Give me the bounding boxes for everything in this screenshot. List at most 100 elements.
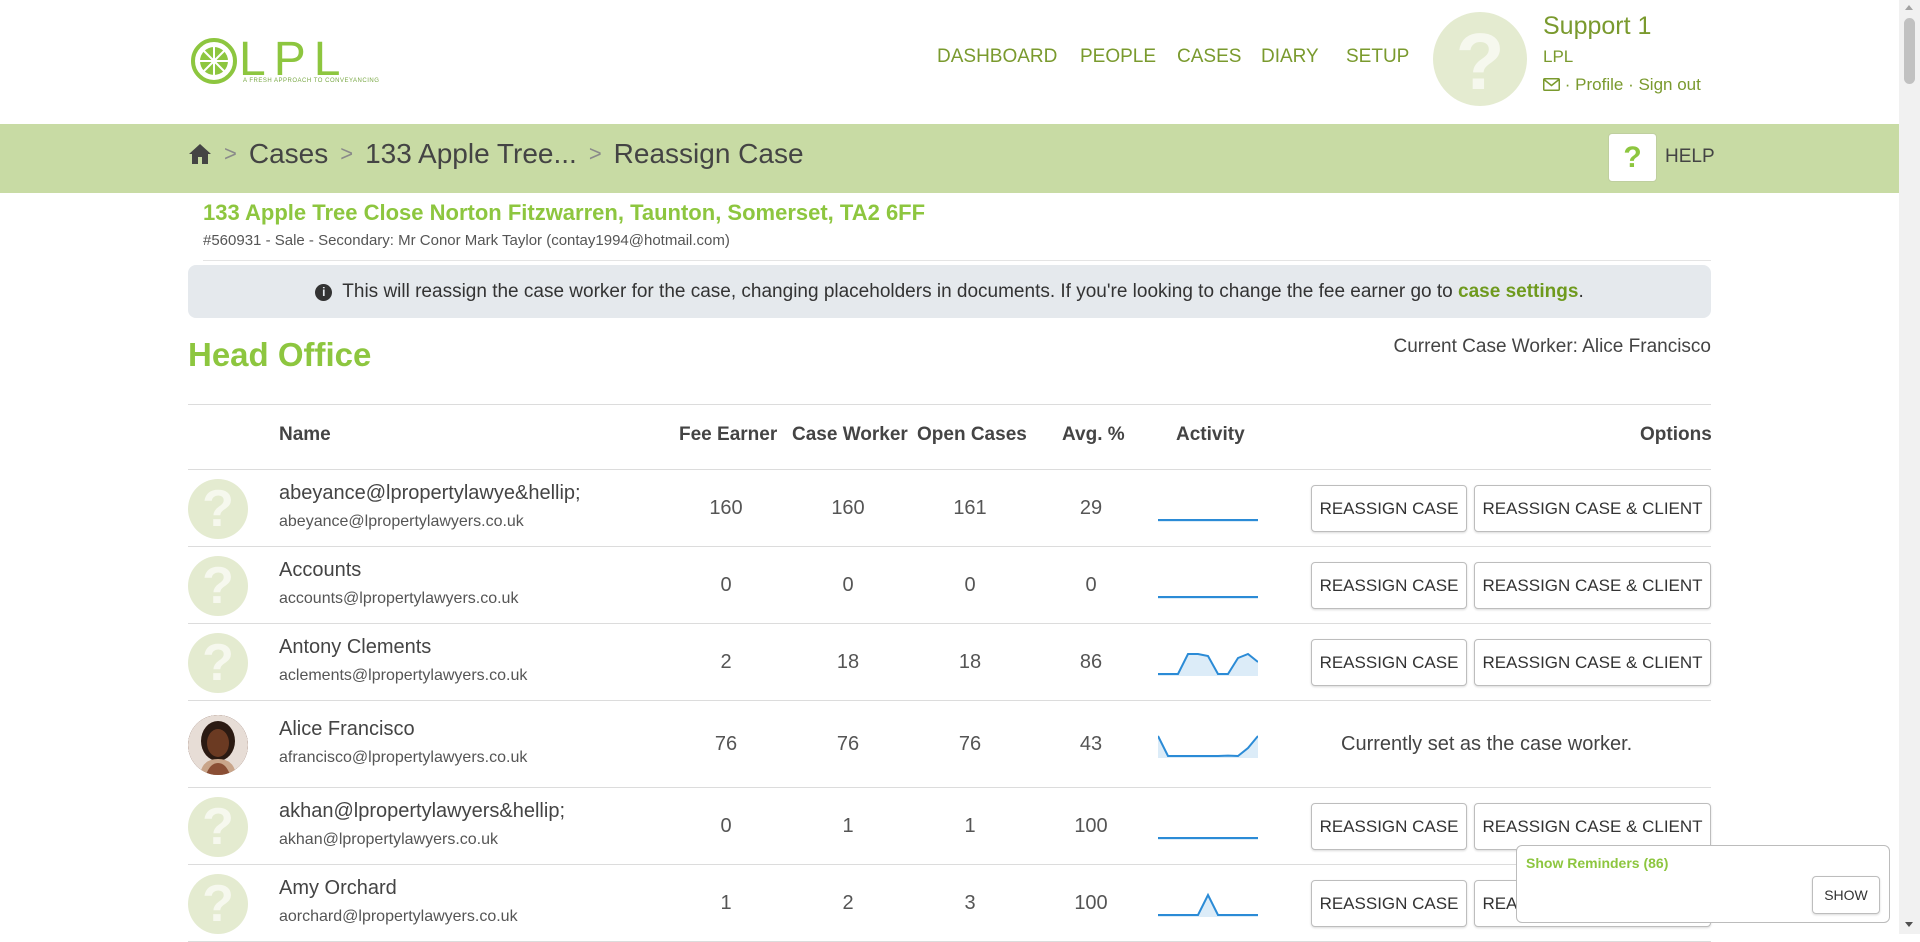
reassign-case-button[interactable]: REASSIGN CASE (1311, 561, 1467, 609)
activity-line (1158, 734, 1258, 757)
user-email: abeyance@lpropertylawyers.co.uk (279, 512, 524, 530)
avatar-placeholder-glyph: ? (202, 556, 234, 615)
table-row: Alice Francisco afrancisco@lpropertylawye… (188, 701, 1711, 788)
avg-percent: 86 (1079, 650, 1103, 673)
avg-percent: 100 (1074, 814, 1108, 837)
avg-percent: 43 (1079, 732, 1103, 755)
avatar: ? (188, 555, 248, 616)
fee-earner-count: 76 (714, 732, 738, 755)
show-reminders-button[interactable]: SHOW (1812, 876, 1880, 914)
user-name: Accounts (279, 558, 362, 581)
help-button[interactable]: ? (1608, 133, 1657, 182)
activity-area (1158, 894, 1258, 917)
avg-percent: 29 (1079, 496, 1103, 519)
reminders-title[interactable]: Show Reminders (86) (1526, 855, 1668, 871)
table-row: ? Antony Clements aclements@lpropertylawye… (188, 624, 1711, 701)
open-cases-count: 1 (964, 814, 976, 837)
fee-earner-count: 0 (720, 814, 732, 837)
user-email: afrancisco@lpropertylawyers.co.uk (279, 748, 528, 766)
user-links: · Profile · Sign out (1543, 75, 1701, 95)
reassign-case-button[interactable]: REASSIGN CASE (1311, 802, 1467, 850)
signout-link[interactable]: Sign out (1638, 75, 1700, 94)
reassign-case-and-client-button[interactable]: REASSIGN CASE & CLIENT (1474, 638, 1711, 686)
nav-dashboard[interactable]: DASHBOARD (937, 46, 1057, 68)
lime-slice-icon (191, 38, 237, 84)
reassign-case-and-client-button[interactable]: REASSIGN CASE & CLIENT (1474, 561, 1711, 609)
user-email: akhan@lpropertylawyers.co.uk (279, 830, 499, 848)
table-row: ? abeyance@lpropertylawye&hellip; abeyance… (188, 470, 1711, 547)
breadcrumb-separator: > (340, 141, 354, 166)
reassign-case-button[interactable]: REASSIGN CASE (1311, 638, 1467, 686)
nav-setup[interactable]: SETUP (1346, 46, 1409, 68)
case-settings-link[interactable]: case settings (1458, 281, 1578, 302)
table-row: ? Amy Orchard aorchard@lpropertylawyers.co… (188, 865, 1711, 942)
col-open-cases[interactable]: Open Cases (917, 424, 1027, 446)
nav-cases[interactable]: CASES (1177, 46, 1241, 68)
case-worker-count: 2 (842, 891, 854, 914)
avatar-placeholder-glyph: ? (202, 797, 234, 856)
case-worker-count: 0 (842, 573, 854, 596)
col-case-worker[interactable]: Case Worker (792, 424, 908, 446)
user-avatar[interactable]: ? (1433, 12, 1527, 106)
col-avg[interactable]: Avg. % (1062, 424, 1125, 446)
activity-sparkline (1158, 652, 1258, 676)
profile-link[interactable]: Profile (1575, 75, 1623, 94)
open-cases-count: 0 (964, 573, 976, 596)
avatar: ? (188, 796, 248, 857)
scroll-down-arrow-icon[interactable] (1905, 922, 1913, 927)
info-text: This will reassign the case worker for t… (342, 281, 1459, 302)
reassign-case-button[interactable]: REASSIGN CASE (1311, 484, 1467, 532)
breadcrumb-case[interactable]: 133 Apple Tree... (365, 138, 577, 170)
open-cases-count: 76 (958, 732, 982, 755)
reassign-case-and-client-button[interactable]: REASSIGN CASE & CLIENT (1474, 802, 1711, 850)
case-address[interactable]: 133 Apple Tree Close Norton Fitzwarren, … (203, 200, 925, 226)
avg-percent: 100 (1074, 891, 1108, 914)
avatar-placeholder-glyph: ? (202, 479, 234, 538)
breadcrumb: > Cases > 133 Apple Tree... > Reassign C… (188, 138, 804, 170)
info-end: . (1578, 281, 1584, 302)
info-icon: i (315, 284, 333, 301)
breadcrumb-separator: > (224, 141, 237, 166)
table-row: ? akhan@lpropertylawyers&hellip; akhan@lpr… (188, 788, 1711, 865)
breadcrumb-cases[interactable]: Cases (249, 138, 328, 170)
reassign-case-button[interactable]: REASSIGN CASE (1311, 879, 1467, 927)
divider (203, 260, 1711, 261)
activity-sparkline (1158, 595, 1258, 599)
reassign-case-and-client-button[interactable]: REASSIGN CASE & CLIENT (1474, 484, 1711, 532)
activity-sparkline (1158, 518, 1258, 522)
activity-area (1158, 735, 1258, 758)
envelope-icon[interactable] (1543, 78, 1560, 91)
nav-diary[interactable]: DIARY (1261, 46, 1319, 68)
fee-earner-count: 2 (720, 650, 732, 673)
col-activity: Activity (1176, 424, 1245, 445)
lpl-logo[interactable]: LPL A FRESH APPROACH TO CONVEYANCING (191, 33, 379, 88)
page-scrollbar[interactable] (1899, 0, 1920, 934)
avatar-placeholder-glyph: ? (1455, 17, 1505, 106)
reminders-panel: Show Reminders (86) SHOW (1516, 845, 1890, 923)
scroll-up-arrow-icon[interactable] (1905, 5, 1913, 10)
user-email: aclements@lpropertylawyers.co.uk (279, 666, 528, 684)
avatar: ? (188, 873, 248, 934)
help-label[interactable]: HELP (1665, 146, 1715, 168)
case-worker-count: 76 (836, 732, 860, 755)
col-fee-earner[interactable]: Fee Earner (679, 424, 777, 446)
case-worker-count: 160 (831, 496, 865, 519)
open-cases-count: 3 (964, 891, 976, 914)
table-row: ? Accounts accounts@lpropertylawyers.co.uk… (188, 547, 1711, 624)
top-header: LPL A FRESH APPROACH TO CONVEYANCING DAS… (0, 0, 1899, 124)
scroll-thumb[interactable] (1904, 18, 1915, 84)
user-name: Alice Francisco (279, 717, 415, 740)
case-worker-count: 1 (842, 814, 854, 837)
fee-earner-count: 1 (720, 891, 732, 914)
avatar-photo-icon (188, 714, 248, 775)
col-name[interactable]: Name (279, 424, 331, 446)
user-name: Support 1 (1543, 12, 1652, 40)
nav-people[interactable]: PEOPLE (1080, 46, 1156, 68)
info-alert: i This will reassign the case worker for … (188, 265, 1711, 318)
user-org: LPL (1543, 47, 1574, 66)
home-icon[interactable] (188, 143, 212, 165)
avatar-placeholder-glyph: ? (202, 874, 234, 933)
activity-sparkline (1158, 734, 1258, 758)
activity-sparkline (1158, 892, 1258, 917)
user-email: aorchard@lpropertylawyers.co.uk (279, 907, 518, 925)
